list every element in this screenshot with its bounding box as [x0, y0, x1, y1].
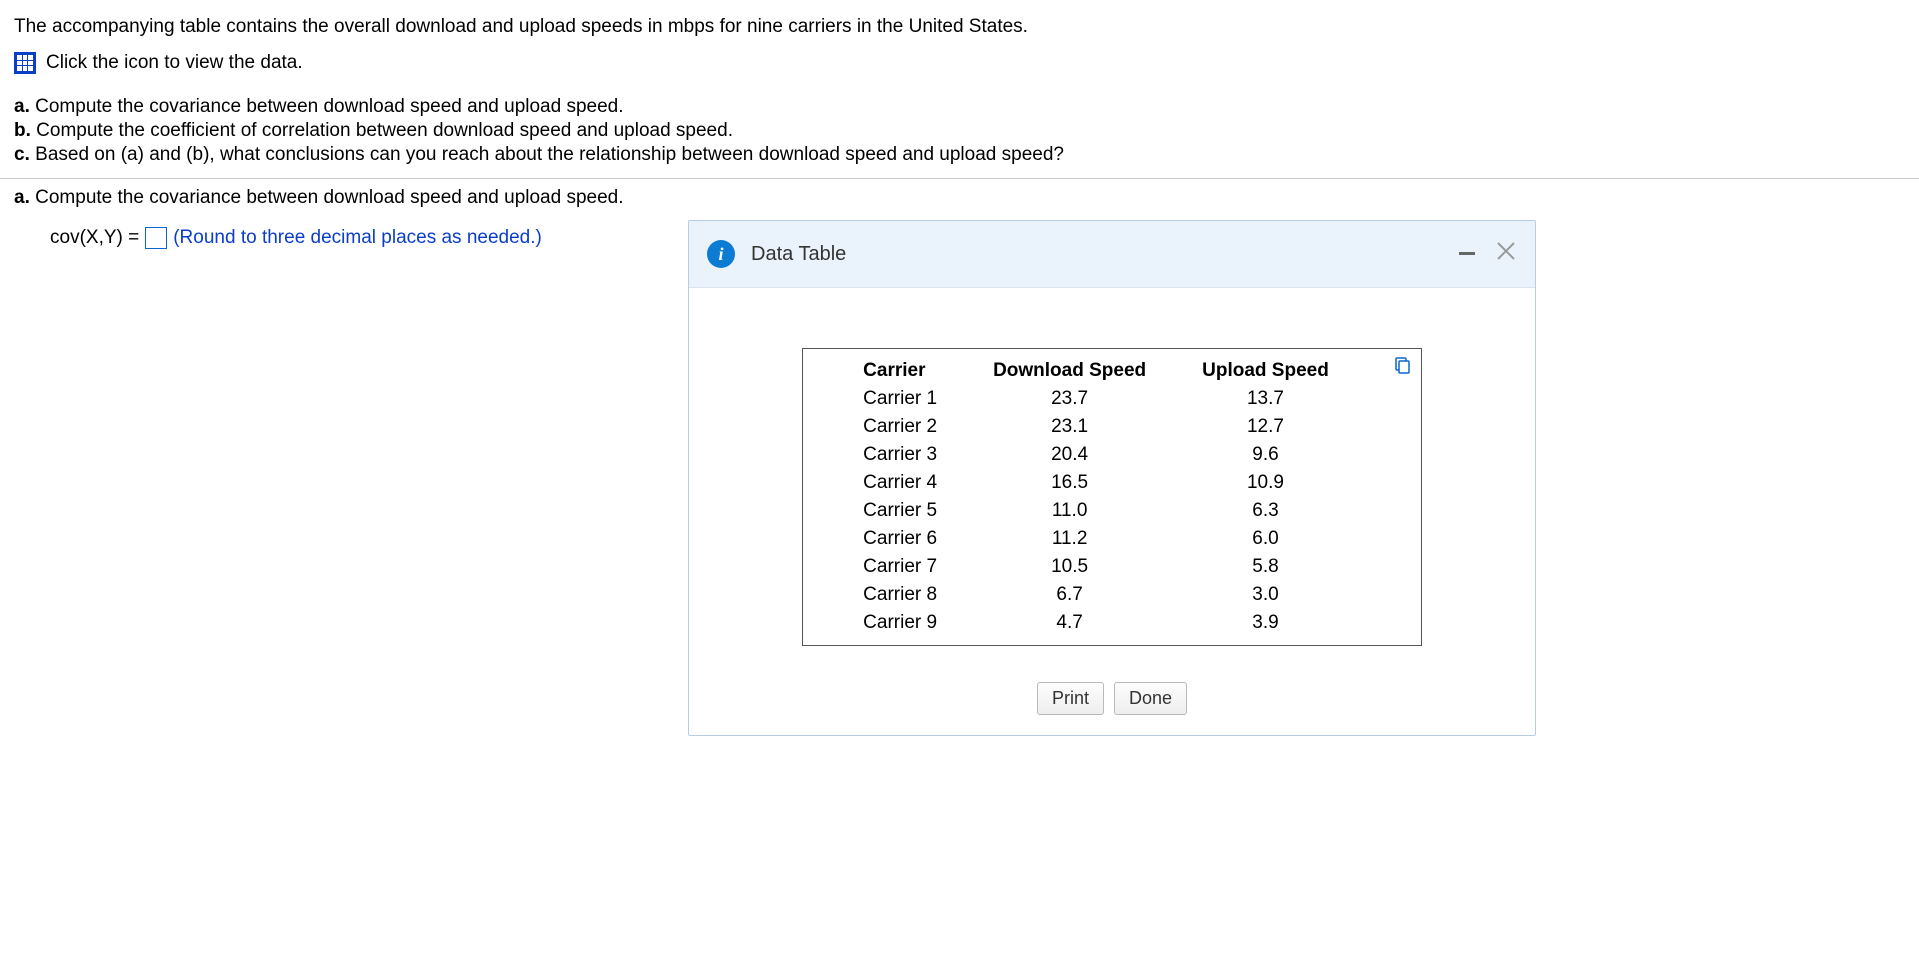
table-row: Carrier 94.73.9	[835, 609, 1357, 637]
q-c-label: c.	[14, 144, 30, 165]
table-row: Carrier 123.713.7	[835, 385, 1357, 413]
cell-carrier: Carrier 1	[835, 385, 965, 413]
cell-upload: 12.7	[1174, 413, 1357, 441]
data-table: Carrier Download Speed Upload Speed Carr…	[835, 357, 1357, 637]
divider	[0, 178, 1919, 179]
table-row: Carrier 86.73.0	[835, 581, 1357, 609]
table-row: Carrier 710.55.8	[835, 553, 1357, 581]
cell-carrier: Carrier 5	[835, 497, 965, 525]
cell-download: 11.2	[965, 525, 1174, 553]
cell-carrier: Carrier 8	[835, 581, 965, 609]
cell-download: 20.4	[965, 441, 1174, 469]
header-download: Download Speed	[965, 357, 1174, 385]
header-carrier: Carrier	[835, 357, 965, 385]
cell-carrier: Carrier 9	[835, 609, 965, 637]
table-row: Carrier 511.06.3	[835, 497, 1357, 525]
cell-carrier: Carrier 2	[835, 413, 965, 441]
minimize-button[interactable]	[1457, 237, 1477, 271]
copy-icon[interactable]	[1393, 357, 1411, 381]
cell-upload: 10.9	[1174, 469, 1357, 497]
table-row: Carrier 320.49.6	[835, 441, 1357, 469]
cell-carrier: Carrier 4	[835, 469, 965, 497]
q-a-text: Compute the covariance between download …	[35, 96, 623, 117]
view-data-link[interactable]: Click the icon to view the data.	[46, 52, 303, 74]
cell-download: 4.7	[965, 609, 1174, 637]
cell-download: 23.7	[965, 385, 1174, 413]
answer-a-text: Compute the covariance between download …	[35, 187, 623, 208]
dialog-title: Data Table	[751, 243, 1457, 266]
cell-upload: 6.3	[1174, 497, 1357, 525]
header-upload: Upload Speed	[1174, 357, 1357, 385]
cell-upload: 13.7	[1174, 385, 1357, 413]
close-button[interactable]	[1495, 240, 1517, 268]
cov-lhs: cov(X,Y) =	[50, 227, 139, 249]
table-header-row: Carrier Download Speed Upload Speed	[835, 357, 1357, 385]
question-list: a. Compute the covariance between downlo…	[14, 96, 1905, 166]
cell-download: 6.7	[965, 581, 1174, 609]
intro-text: The accompanying table contains the over…	[14, 16, 1905, 38]
data-table-dialog: i Data Table	[688, 220, 1536, 736]
print-button[interactable]: Print	[1037, 682, 1104, 715]
cell-upload: 9.6	[1174, 441, 1357, 469]
data-table-icon[interactable]	[14, 52, 36, 74]
cell-carrier: Carrier 7	[835, 553, 965, 581]
done-button[interactable]: Done	[1114, 682, 1187, 715]
cov-answer-input[interactable]	[145, 227, 167, 249]
cell-download: 16.5	[965, 469, 1174, 497]
round-hint: (Round to three decimal places as needed…	[173, 227, 542, 249]
cell-upload: 5.8	[1174, 553, 1357, 581]
table-row: Carrier 416.510.9	[835, 469, 1357, 497]
q-b-text: Compute the coefficient of correlation b…	[36, 120, 733, 141]
q-a-label: a.	[14, 96, 30, 117]
cell-upload: 3.9	[1174, 609, 1357, 637]
table-row: Carrier 611.26.0	[835, 525, 1357, 553]
cell-upload: 3.0	[1174, 581, 1357, 609]
q-b-label: b.	[14, 120, 31, 141]
table-row: Carrier 223.112.7	[835, 413, 1357, 441]
info-icon: i	[707, 240, 735, 268]
cell-download: 11.0	[965, 497, 1174, 525]
cell-download: 10.5	[965, 553, 1174, 581]
answer-a-label: a.	[14, 187, 30, 208]
cell-upload: 6.0	[1174, 525, 1357, 553]
cell-download: 23.1	[965, 413, 1174, 441]
q-c-text: Based on (a) and (b), what conclusions c…	[35, 144, 1064, 165]
cell-carrier: Carrier 6	[835, 525, 965, 553]
cell-carrier: Carrier 3	[835, 441, 965, 469]
